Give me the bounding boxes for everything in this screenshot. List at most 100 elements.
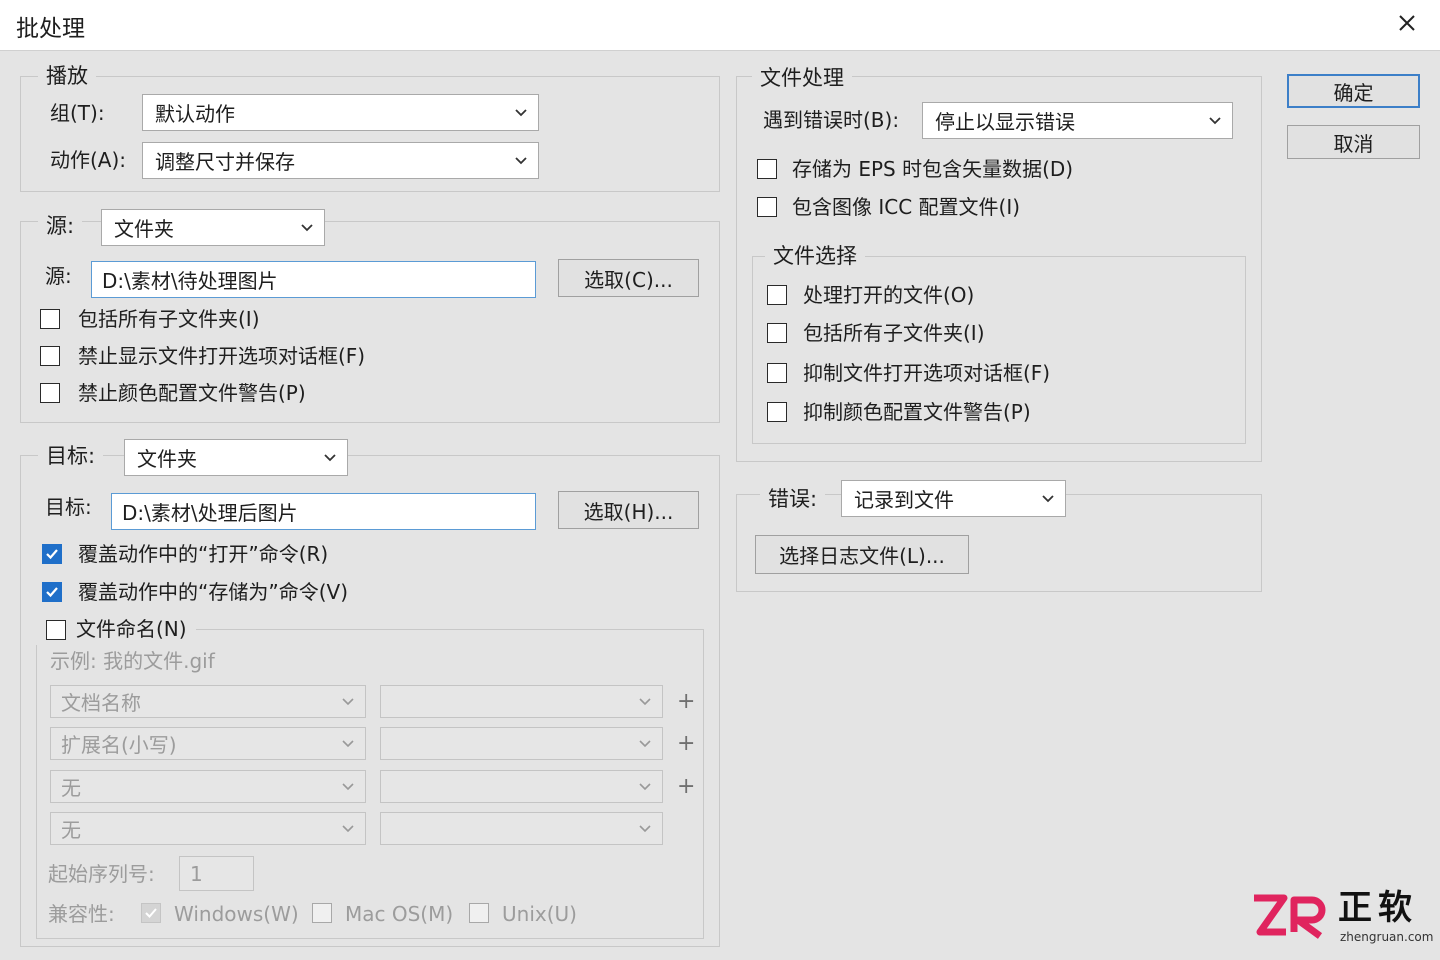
source-type-select[interactable]: 文件夹	[101, 209, 325, 246]
chevron-down-icon	[342, 824, 354, 832]
compat-macos-label: Mac OS(M)	[345, 902, 454, 926]
source-path-label: 源:	[45, 264, 72, 288]
compat-windows-label: Windows(W)	[174, 902, 299, 926]
naming-row-3-left-select[interactable]: 无	[50, 812, 366, 845]
naming-row-1-plus: +	[677, 731, 696, 756]
chevron-down-icon	[342, 782, 354, 790]
checkmark-icon	[145, 908, 157, 918]
group-select[interactable]: 默认动作	[142, 94, 539, 131]
naming-row-2-right-select[interactable]	[380, 770, 663, 803]
fs-option-checkbox-3[interactable]	[767, 402, 787, 422]
naming-row-3-right-select[interactable]	[380, 812, 663, 845]
file-selection-legend: 文件选择	[765, 242, 865, 270]
group-select-value: 默认动作	[155, 102, 235, 126]
checkmark-icon	[46, 587, 58, 598]
source-option-checkbox-1[interactable]	[40, 346, 60, 366]
on-error-select[interactable]: 停止以显示错误	[922, 102, 1233, 139]
naming-row-1-left-value: 扩展名(小写)	[61, 733, 177, 757]
watermark-domain: zhengruan.com	[1340, 930, 1434, 944]
title-bar: 批处理	[0, 0, 1440, 51]
fs-option-label-3: 抑制颜色配置文件警告(P)	[803, 400, 1031, 424]
fs-option-label-1: 包括所有子文件夹(I)	[803, 321, 985, 345]
action-label: 动作(A):	[50, 148, 127, 172]
cancel-button[interactable]: 取消	[1287, 125, 1420, 159]
chevron-down-icon	[639, 739, 651, 747]
compat-unix-label: Unix(U)	[502, 902, 577, 926]
serial-field[interactable]: 1	[179, 856, 254, 891]
watermark: 正软 zhengruan.com	[1250, 888, 1434, 948]
source-path-field[interactable]: D:\素材\待处理图片	[91, 261, 536, 298]
file-processing-legend: 文件处理	[752, 64, 852, 92]
file-naming-legend: 文件命名(N)	[36, 615, 196, 645]
source-choose-button[interactable]: 选取(C)...	[558, 259, 699, 297]
group-label: 组(T):	[50, 101, 105, 125]
naming-row-2-left-value: 无	[61, 776, 81, 800]
source-type-value: 文件夹	[114, 217, 174, 241]
action-select[interactable]: 调整尺寸并保存	[142, 142, 539, 179]
chevron-down-icon	[342, 697, 354, 705]
fp-option-checkbox-0[interactable]	[757, 159, 777, 179]
source-option-label-0: 包括所有子文件夹(I)	[78, 307, 260, 331]
chevron-down-icon	[639, 697, 651, 705]
compat-windows-checkbox[interactable]	[141, 903, 161, 923]
target-path-field[interactable]: D:\素材\处理后图片	[111, 493, 536, 530]
chevron-down-icon	[639, 824, 651, 832]
target-option-label-0: 覆盖动作中的“打开”命令(R)	[78, 542, 329, 566]
fp-option-label-0: 存储为 EPS 时包含矢量数据(D)	[792, 157, 1074, 181]
chevron-down-icon	[1042, 494, 1054, 502]
file-naming-label: 文件命名(N)	[76, 617, 187, 641]
target-option-label-1: 覆盖动作中的“存储为”命令(V)	[78, 580, 349, 604]
chevron-down-icon	[342, 739, 354, 747]
compat-unix-checkbox[interactable]	[469, 903, 489, 923]
serial-value: 1	[190, 861, 203, 886]
source-option-checkbox-2[interactable]	[40, 383, 60, 403]
close-icon[interactable]	[1392, 8, 1422, 38]
watermark-brand: 正软	[1338, 888, 1418, 928]
naming-row-0-right-select[interactable]	[380, 685, 663, 718]
chevron-down-icon	[301, 223, 313, 231]
compat-label: 兼容性:	[48, 902, 115, 926]
choose-log-file-button[interactable]: 选择日志文件(L)...	[755, 535, 969, 574]
naming-row-0-plus: +	[677, 689, 696, 714]
fp-option-checkbox-1[interactable]	[757, 197, 777, 217]
chevron-down-icon	[1209, 116, 1221, 124]
fs-option-label-0: 处理打开的文件(O)	[803, 283, 975, 307]
target-type-select[interactable]: 文件夹	[124, 439, 348, 476]
fp-option-label-1: 包含图像 ICC 配置文件(I)	[792, 195, 1021, 219]
errors-value: 记录到文件	[854, 488, 954, 512]
naming-row-0-left-select[interactable]: 文档名称	[50, 685, 366, 718]
action-select-value: 调整尺寸并保存	[155, 150, 295, 174]
errors-select[interactable]: 记录到文件	[841, 480, 1066, 517]
fs-option-checkbox-0[interactable]	[767, 285, 787, 305]
target-option-checkbox-0[interactable]	[42, 544, 62, 564]
fs-option-checkbox-2[interactable]	[767, 363, 787, 383]
fs-option-checkbox-1[interactable]	[767, 323, 787, 343]
target-option-checkbox-1[interactable]	[42, 582, 62, 602]
source-option-label-2: 禁止颜色配置文件警告(P)	[78, 381, 306, 405]
naming-row-1-left-select[interactable]: 扩展名(小写)	[50, 727, 366, 760]
naming-row-2-left-select[interactable]: 无	[50, 770, 366, 803]
errors-legend: 错误:	[760, 485, 826, 513]
chevron-down-icon	[324, 453, 336, 461]
naming-example: 示例: 我的文件.gif	[50, 649, 215, 673]
serial-label: 起始序列号:	[48, 862, 155, 886]
source-option-label-1: 禁止显示文件打开选项对话框(F)	[78, 344, 366, 368]
chevron-down-icon	[515, 156, 527, 164]
window-title: 批处理	[16, 16, 85, 42]
ok-button[interactable]: 确定	[1287, 74, 1420, 108]
naming-row-0-left-value: 文档名称	[61, 691, 141, 715]
source-option-checkbox-0[interactable]	[40, 309, 60, 329]
target-choose-button[interactable]: 选取(H)...	[558, 491, 699, 529]
checkmark-icon	[46, 549, 58, 560]
watermark-logo	[1254, 894, 1326, 939]
compat-macos-checkbox[interactable]	[312, 903, 332, 923]
on-error-value: 停止以显示错误	[935, 110, 1075, 134]
target-path-label: 目标:	[45, 495, 92, 519]
naming-row-1-right-select[interactable]	[380, 727, 663, 760]
on-error-label: 遇到错误时(B):	[763, 108, 900, 132]
chevron-down-icon	[639, 782, 651, 790]
file-naming-checkbox[interactable]	[46, 620, 66, 640]
naming-row-3-left-value: 无	[61, 818, 81, 842]
chevron-down-icon	[515, 108, 527, 116]
play-legend: 播放	[38, 62, 96, 90]
